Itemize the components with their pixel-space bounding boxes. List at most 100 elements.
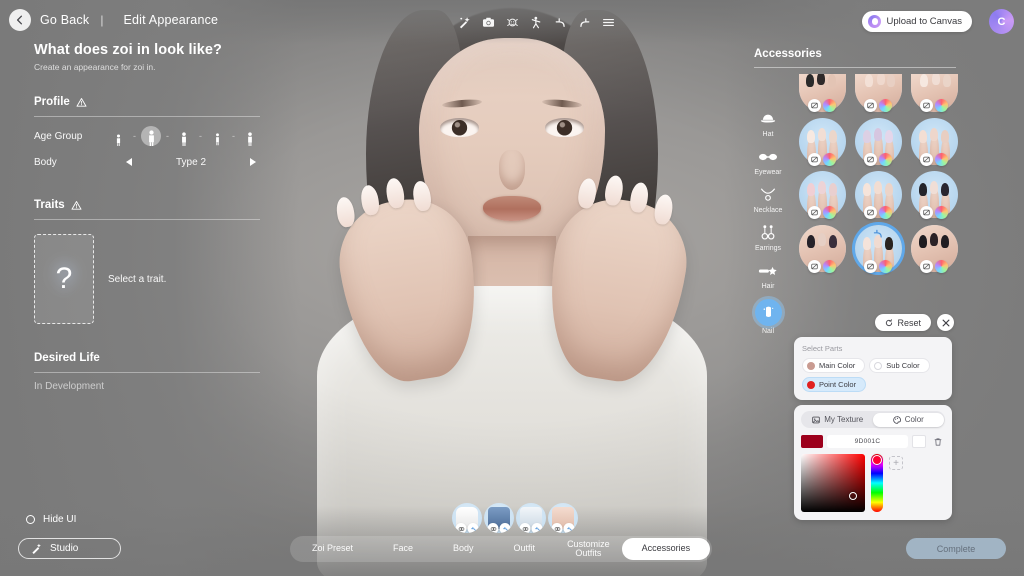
reset-button[interactable]: Reset: [875, 314, 931, 331]
color-badge-icon[interactable]: [879, 153, 892, 166]
color-badge-icon[interactable]: [879, 99, 892, 112]
color-badge-icon[interactable]: [935, 260, 948, 273]
white-swatch[interactable]: [912, 435, 926, 448]
tab-accessories[interactable]: Accessories: [622, 538, 711, 560]
current-color-swatch[interactable]: [801, 435, 823, 448]
part-sub-color[interactable]: Sub Color: [869, 358, 929, 373]
close-accessories-button[interactable]: [937, 314, 954, 331]
accessory-item[interactable]: [794, 117, 850, 166]
visibility-icon[interactable]: [488, 523, 499, 533]
part-main-color[interactable]: Main Color: [802, 358, 865, 373]
image-badge-icon[interactable]: [920, 99, 933, 112]
image-badge-icon[interactable]: [864, 99, 877, 112]
undo-icon[interactable]: [554, 16, 567, 29]
accessory-item[interactable]: [906, 170, 962, 219]
tab-outfit[interactable]: Outfit: [494, 538, 556, 560]
outfit-thumb-nails[interactable]: [548, 503, 578, 533]
undo-icon[interactable]: [468, 523, 479, 533]
image-badge-icon[interactable]: [864, 260, 877, 273]
accessory-item[interactable]: [794, 74, 850, 112]
undo-icon[interactable]: [532, 523, 543, 533]
category-necklace[interactable]: Necklace: [748, 182, 788, 217]
accessory-item[interactable]: [850, 170, 906, 219]
face-rotate-icon[interactable]: [506, 16, 519, 29]
undo-icon[interactable]: [873, 228, 884, 239]
age-option-elder[interactable]: [240, 126, 260, 146]
accessory-item[interactable]: [794, 170, 850, 219]
upload-to-canvas-button[interactable]: Upload to Canvas: [862, 11, 972, 32]
color-badge-icon[interactable]: [823, 206, 836, 219]
image-badge-icon[interactable]: [920, 153, 933, 166]
tab-color[interactable]: Color: [873, 413, 944, 427]
hide-ui-toggle[interactable]: Hide UI: [26, 514, 76, 525]
visibility-icon[interactable]: [552, 523, 563, 533]
image-badge-icon[interactable]: [808, 206, 821, 219]
accessory-item[interactable]: [850, 117, 906, 166]
color-badge-icon[interactable]: [879, 206, 892, 219]
pose-icon[interactable]: [530, 16, 543, 29]
hue-slider[interactable]: [871, 454, 883, 512]
color-badge-icon[interactable]: [823, 260, 836, 273]
hue-cursor[interactable]: [872, 455, 882, 465]
part-point-color[interactable]: Point Color: [802, 377, 866, 392]
saturation-value-area[interactable]: [801, 454, 865, 512]
color-badge-icon[interactable]: [823, 99, 836, 112]
category-hat[interactable]: Hat: [748, 106, 788, 141]
add-color-button[interactable]: +: [889, 456, 903, 470]
outfit-thumb-shoes[interactable]: [516, 503, 546, 533]
image-badge-icon[interactable]: [864, 206, 877, 219]
color-badge-icon[interactable]: [935, 99, 948, 112]
accessory-item-grid[interactable]: [790, 74, 962, 274]
menu-icon[interactable]: [602, 16, 615, 29]
go-back-button[interactable]: [9, 9, 31, 31]
accessory-item[interactable]: [850, 74, 906, 112]
delete-swatch-button[interactable]: [930, 434, 945, 449]
redo-icon[interactable]: [578, 16, 591, 29]
image-badge-icon[interactable]: [808, 153, 821, 166]
tab-my-texture[interactable]: My Texture: [803, 413, 874, 427]
tab-face[interactable]: Face: [373, 538, 433, 560]
tab-zoi-preset[interactable]: Zoi Preset: [292, 538, 373, 560]
accessory-item[interactable]: [794, 224, 850, 273]
image-badge-icon[interactable]: [920, 260, 933, 273]
age-option-child[interactable]: [108, 126, 128, 146]
color-badge-icon[interactable]: [935, 153, 948, 166]
undo-icon[interactable]: [500, 523, 511, 533]
age-option-young-adult[interactable]: [174, 126, 194, 146]
outfit-thumb-top[interactable]: [452, 503, 482, 533]
accessory-item[interactable]: [906, 117, 962, 166]
studio-button[interactable]: Studio: [18, 538, 121, 559]
body-next-button[interactable]: [250, 158, 256, 166]
color-badge-icon[interactable]: [935, 206, 948, 219]
category-earrings[interactable]: Earrings: [748, 220, 788, 255]
tab-customize-outfits[interactable]: Customize Outfits: [555, 538, 622, 560]
user-avatar[interactable]: C: [989, 9, 1014, 34]
magic-wand-icon[interactable]: [458, 16, 471, 29]
color-badge-icon[interactable]: [823, 153, 836, 166]
camera-icon[interactable]: [482, 16, 495, 29]
accessory-item-selected[interactable]: [850, 224, 906, 273]
category-eyewear[interactable]: Eyewear: [748, 144, 788, 179]
image-badge-icon[interactable]: [864, 153, 877, 166]
accessory-item[interactable]: [906, 74, 962, 112]
visibility-icon[interactable]: [520, 523, 531, 533]
undo-icon[interactable]: [564, 523, 575, 533]
image-badge-icon[interactable]: [808, 260, 821, 273]
age-option-adult[interactable]: [207, 126, 227, 146]
complete-button[interactable]: Complete: [906, 538, 1006, 559]
age-option-teen[interactable]: [141, 126, 161, 146]
color-badge-icon[interactable]: [879, 260, 892, 273]
sv-cursor[interactable]: [849, 492, 857, 500]
trait-slot-empty[interactable]: ?: [34, 234, 94, 324]
tab-body[interactable]: Body: [433, 538, 494, 560]
outfit-thumb-pants[interactable]: [484, 503, 514, 533]
image-badge-icon[interactable]: [920, 206, 933, 219]
category-hair[interactable]: Hair: [748, 258, 788, 293]
go-back-label[interactable]: Go Back: [40, 13, 89, 27]
category-nail[interactable]: Nail: [748, 296, 788, 338]
image-badge-icon[interactable]: [808, 99, 821, 112]
accessory-item[interactable]: [906, 224, 962, 273]
hex-value-field[interactable]: 9D001C: [827, 435, 908, 448]
avatar-initial: C: [998, 16, 1006, 28]
visibility-icon[interactable]: [456, 523, 467, 533]
